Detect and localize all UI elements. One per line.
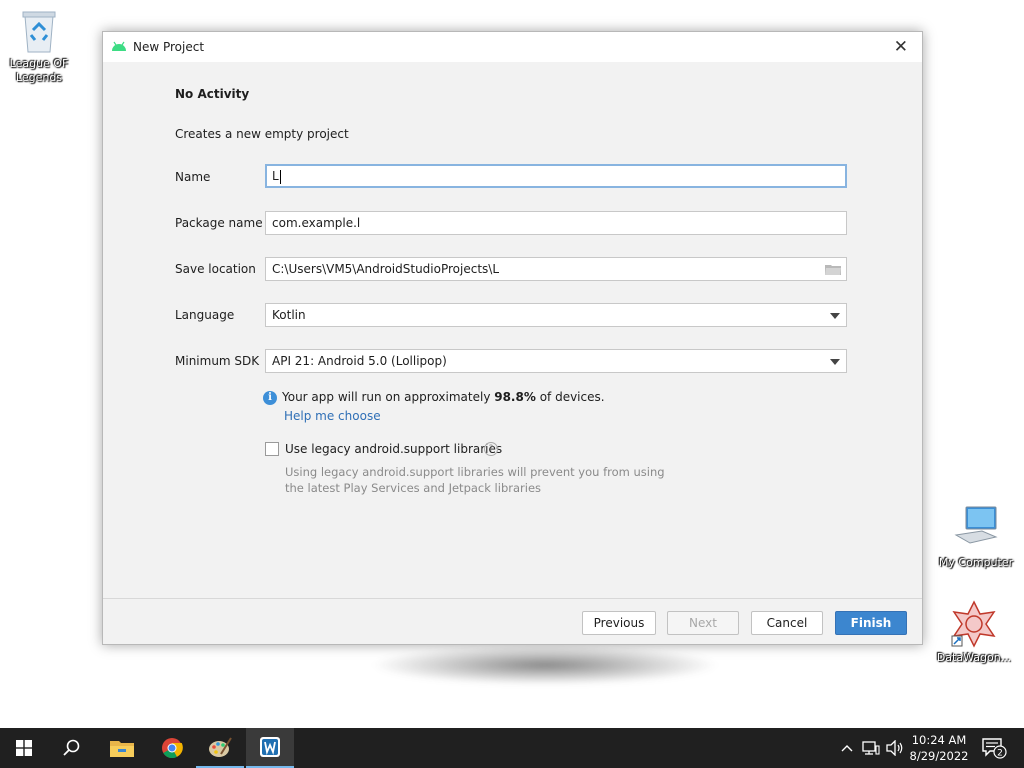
- taskbar-android-studio[interactable]: [246, 728, 294, 768]
- clock-time: 10:24 AM: [911, 733, 967, 747]
- question-mark-icon[interactable]: ?: [484, 442, 498, 456]
- template-subtitle: Creates a new empty project: [175, 127, 349, 141]
- hint-line: the latest Play Services and Jetpack lib…: [285, 481, 542, 495]
- close-icon[interactable]: ✕: [894, 37, 908, 57]
- language-value: Kotlin: [272, 308, 306, 322]
- new-project-dialog: New Project ✕ No Activity Creates a new …: [102, 31, 923, 645]
- chevron-up-icon: [841, 745, 853, 752]
- start-icon: [16, 740, 32, 756]
- legacy-support-checkbox[interactable]: [265, 442, 279, 456]
- legacy-support-hint: Using legacy android.support libraries w…: [285, 464, 665, 496]
- show-hidden-icons-button[interactable]: [838, 728, 856, 768]
- text-caret: [279, 169, 281, 184]
- language-select[interactable]: Kotlin: [265, 303, 847, 327]
- taskbar: 10:24 AM 8/29/2022 2: [0, 728, 1024, 768]
- package-value: com.example.l: [272, 216, 361, 230]
- search-button[interactable]: [48, 728, 96, 768]
- sdk-label: Minimum SDK: [175, 354, 260, 368]
- taskbar-clock[interactable]: 10:24 AM 8/29/2022: [900, 732, 978, 764]
- chrome-icon: [162, 738, 183, 759]
- language-label: Language: [175, 308, 235, 322]
- computer-icon: [954, 506, 998, 544]
- cancel-button[interactable]: Cancel: [751, 611, 823, 635]
- legacy-support-label[interactable]: Use legacy android.support libraries: [285, 442, 502, 456]
- finish-button[interactable]: Finish: [835, 611, 907, 635]
- sdk-value: API 21: Android 5.0 (Lollipop): [272, 354, 447, 368]
- desktop-icon-label: My Computer: [938, 556, 1014, 569]
- dialog-titlebar[interactable]: New Project ✕: [103, 32, 922, 62]
- clock-date: 8/29/2022: [909, 749, 969, 763]
- help-me-choose-link[interactable]: Help me choose: [284, 409, 381, 423]
- notification-count: 2: [997, 749, 1003, 759]
- location-input[interactable]: C:\Users\VM5\AndroidStudioProjects\L: [265, 257, 847, 281]
- desktop-icon-recycle-bin[interactable]: League OF Legends: [0, 8, 81, 85]
- footer-divider: [103, 598, 922, 599]
- network-icon: [862, 741, 880, 755]
- taskbar-paint[interactable]: [196, 728, 244, 768]
- coverage-suffix: of devices.: [535, 390, 605, 404]
- package-label: Package name: [175, 216, 263, 230]
- desktop-icon-label: DataWagon...: [936, 651, 1012, 664]
- search-icon: [63, 739, 80, 756]
- name-label: Name: [175, 170, 211, 184]
- name-input[interactable]: L: [265, 164, 847, 188]
- next-button[interactable]: Next: [667, 611, 739, 635]
- location-value: C:\Users\VM5\AndroidStudioProjects\L: [272, 262, 500, 276]
- sdk-select[interactable]: API 21: Android 5.0 (Lollipop): [265, 349, 847, 373]
- dialog-title: New Project: [133, 40, 205, 54]
- desktop-icon-datawagon[interactable]: DataWagon...: [932, 600, 1016, 665]
- location-label: Save location: [175, 262, 256, 276]
- coverage-percent: 98.8%: [494, 390, 536, 404]
- background-window-shadow: [370, 645, 720, 685]
- coverage-prefix: Your app will run on approximately: [282, 390, 495, 404]
- start-button[interactable]: [0, 728, 48, 768]
- template-heading: No Activity: [175, 87, 250, 101]
- name-value: L: [272, 169, 279, 183]
- hint-line: Using legacy android.support libraries w…: [285, 465, 665, 479]
- coverage-text: Your app will run on approximately 98.8%…: [282, 390, 605, 404]
- info-icon: i: [263, 391, 277, 405]
- previous-button[interactable]: Previous: [582, 611, 656, 635]
- taskbar-chrome[interactable]: [148, 728, 196, 768]
- recycle-bin-icon: [22, 11, 56, 53]
- chevron-down-icon: [830, 359, 840, 365]
- paint-icon: [209, 737, 232, 757]
- file-explorer-icon: [110, 741, 134, 757]
- android-icon: [112, 41, 126, 51]
- notification-icon: 2: [982, 738, 1007, 759]
- network-button[interactable]: [860, 728, 882, 768]
- desktop-icon-my-computer[interactable]: My Computer: [934, 505, 1018, 570]
- datawagon-icon: [951, 600, 996, 648]
- package-input[interactable]: com.example.l: [265, 211, 847, 235]
- desktop-icon-label: League OF Legends: [9, 57, 69, 84]
- chevron-down-icon: [830, 313, 840, 319]
- android-studio-icon: [260, 737, 280, 757]
- taskbar-file-explorer[interactable]: [98, 728, 146, 768]
- notifications-button[interactable]: 2: [978, 728, 1010, 768]
- folder-icon[interactable]: [825, 263, 841, 275]
